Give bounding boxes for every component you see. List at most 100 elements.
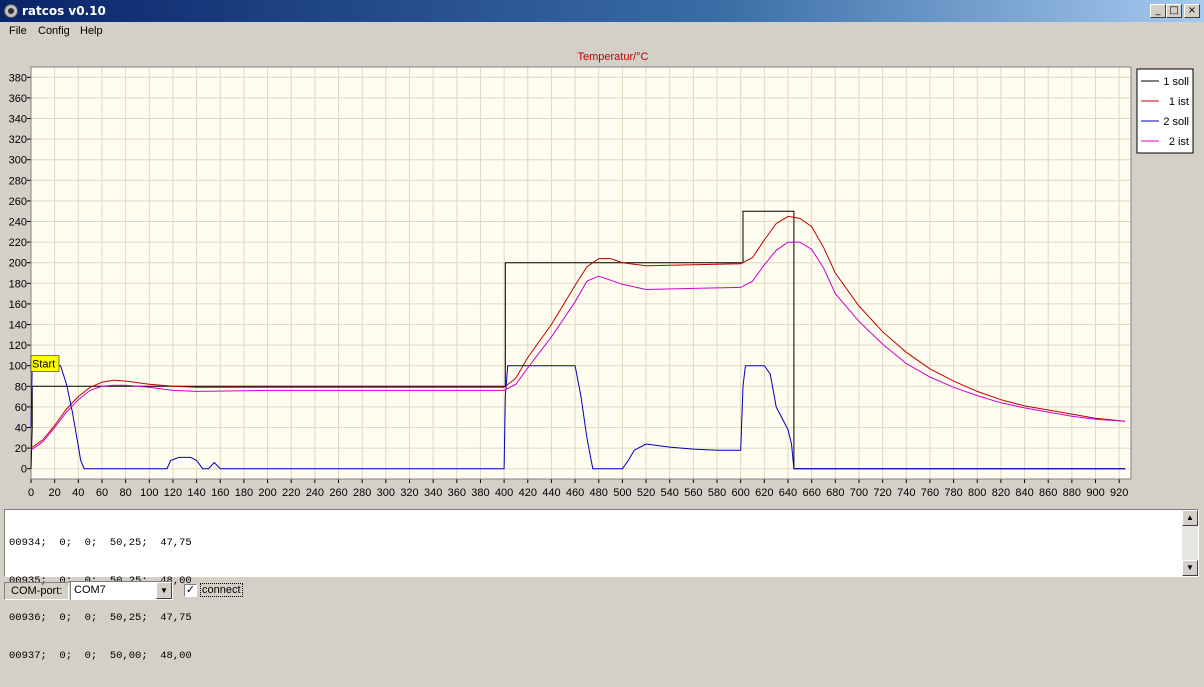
x-tick-label: 280	[353, 487, 371, 499]
x-tick-label: 860	[1039, 487, 1057, 499]
x-tick-label: 180	[235, 487, 253, 499]
x-tick-label: 920	[1110, 487, 1128, 499]
app-icon	[4, 4, 18, 18]
chart-canvas: 0 20 40 60 80 100 120 140 160 180 200 220 240 260 280 3…	[9, 51, 1194, 499]
x-tick-label: 300	[377, 487, 395, 499]
x-tick-label: 140	[187, 487, 205, 499]
y-tick-label: 280	[9, 175, 27, 187]
connect-checkbox[interactable]: ✓	[184, 584, 197, 597]
y-tick-label: 80	[15, 381, 27, 393]
plot-background	[30, 66, 1132, 480]
log-scrollbar[interactable]: ▲ ▼	[1182, 510, 1198, 576]
x-tick-label: 160	[211, 487, 229, 499]
minimize-button[interactable]: _	[1150, 4, 1166, 18]
x-tick-label: 600	[731, 487, 749, 499]
y-tick-label: 240	[9, 217, 27, 229]
menu-file[interactable]: File	[9, 25, 27, 37]
chart-title: Temperatur/°C	[577, 51, 648, 63]
y-tick-label: 40	[15, 423, 27, 435]
menu-config[interactable]: Config	[38, 25, 70, 37]
com-port-value: COM7	[74, 584, 106, 596]
x-tick-label: 460	[566, 487, 584, 499]
x-tick-label: 680	[826, 487, 844, 499]
y-tick-label: 180	[9, 278, 27, 290]
y-tick-label: 360	[9, 93, 27, 105]
y-tick-label: 320	[9, 134, 27, 146]
y-tick-label: 300	[9, 155, 27, 167]
x-tick-label: 520	[637, 487, 655, 499]
com-port-select[interactable]: COM7 ▼	[70, 581, 173, 600]
x-tick-label: 780	[944, 487, 962, 499]
x-tick-label: 200	[258, 487, 276, 499]
scroll-up-icon[interactable]: ▲	[1182, 510, 1198, 526]
x-tick-label: 640	[779, 487, 797, 499]
x-tick-label: 440	[542, 487, 560, 499]
x-tick-label: 100	[140, 487, 158, 499]
com-port-label: COM-port:	[4, 582, 70, 600]
x-tick-label: 660	[802, 487, 820, 499]
maximize-button[interactable]: □	[1166, 4, 1182, 18]
x-tick-label: 580	[708, 487, 726, 499]
scroll-down-icon[interactable]: ▼	[1182, 560, 1198, 576]
close-button[interactable]: ×	[1184, 4, 1200, 18]
x-tick-label: 720	[873, 487, 891, 499]
y-tick-label: 60	[15, 402, 27, 414]
y-tick-label: 380	[9, 72, 27, 84]
x-tick-label: 420	[519, 487, 537, 499]
y-tick-label: 160	[9, 299, 27, 311]
x-tick-label: 560	[684, 487, 702, 499]
chevron-down-icon[interactable]: ▼	[156, 582, 172, 599]
y-tick-label: 260	[9, 196, 27, 208]
x-tick-label: 320	[400, 487, 418, 499]
y-tick-label: 140	[9, 320, 27, 332]
x-tick-label: 380	[471, 487, 489, 499]
x-tick-label: 60	[96, 487, 108, 499]
x-tick-label: 620	[755, 487, 773, 499]
bottom-bar: COM-port: COM7 ▼ ✓ connect	[0, 579, 1204, 607]
y-tick-label: 200	[9, 258, 27, 270]
legend-entry: 2 ist	[1169, 136, 1189, 148]
x-tick-label: 700	[850, 487, 868, 499]
x-tick-label: 20	[49, 487, 61, 499]
title-bar: ratcos v0.10 _ □ ×	[0, 0, 1204, 22]
legend-entry: 1 ist	[1169, 96, 1189, 108]
x-tick-label: 0	[28, 487, 34, 499]
log-area[interactable]: 00934; 0; 0; 50,25; 47,75 00935; 0; 0; 5…	[4, 509, 1199, 662]
legend-entry: 2 soll	[1163, 116, 1189, 128]
log-line: 00934; 0; 0; 50,25; 47,75	[9, 537, 192, 549]
x-tick-label: 120	[164, 487, 182, 499]
x-tick-label: 480	[590, 487, 608, 499]
y-tick-label: 120	[9, 340, 27, 352]
window-title: ratcos v0.10	[22, 4, 106, 18]
log-line: 00937; 0; 0; 50,00; 48,00	[9, 649, 192, 662]
y-tick-label: 340	[9, 114, 27, 126]
x-tick-label: 900	[1086, 487, 1104, 499]
x-tick-label: 800	[968, 487, 986, 499]
x-tick-label: 360	[448, 487, 466, 499]
start-annotation-label: Start	[32, 359, 55, 371]
x-tick-label: 820	[992, 487, 1010, 499]
x-tick-label: 80	[119, 487, 131, 499]
y-tick-label: 0	[21, 464, 27, 476]
x-tick-label: 840	[1015, 487, 1033, 499]
x-tick-label: 540	[661, 487, 679, 499]
x-tick-label: 400	[495, 487, 513, 499]
y-tick-label: 100	[9, 361, 27, 373]
x-tick-label: 760	[921, 487, 939, 499]
x-tick-label: 340	[424, 487, 442, 499]
legend-entry: 1 soll	[1163, 76, 1189, 88]
x-tick-label: 40	[72, 487, 84, 499]
x-tick-label: 880	[1063, 487, 1081, 499]
connect-label[interactable]: connect	[200, 583, 243, 597]
menu-help[interactable]: Help	[80, 25, 103, 37]
temperature-chart: 0 20 40 60 80 100 120 140 160 180 200 220 240 260 280 3…	[0, 43, 1204, 505]
x-tick-label: 740	[897, 487, 915, 499]
x-tick-label: 220	[282, 487, 300, 499]
menu-bar: File Config Help	[0, 22, 1204, 41]
x-tick-label: 500	[613, 487, 631, 499]
y-tick-label: 20	[15, 443, 27, 455]
x-tick-label: 260	[329, 487, 347, 499]
y-tick-label: 220	[9, 237, 27, 249]
log-line: 00936; 0; 0; 50,25; 47,75	[9, 612, 192, 624]
x-tick-label: 240	[306, 487, 324, 499]
